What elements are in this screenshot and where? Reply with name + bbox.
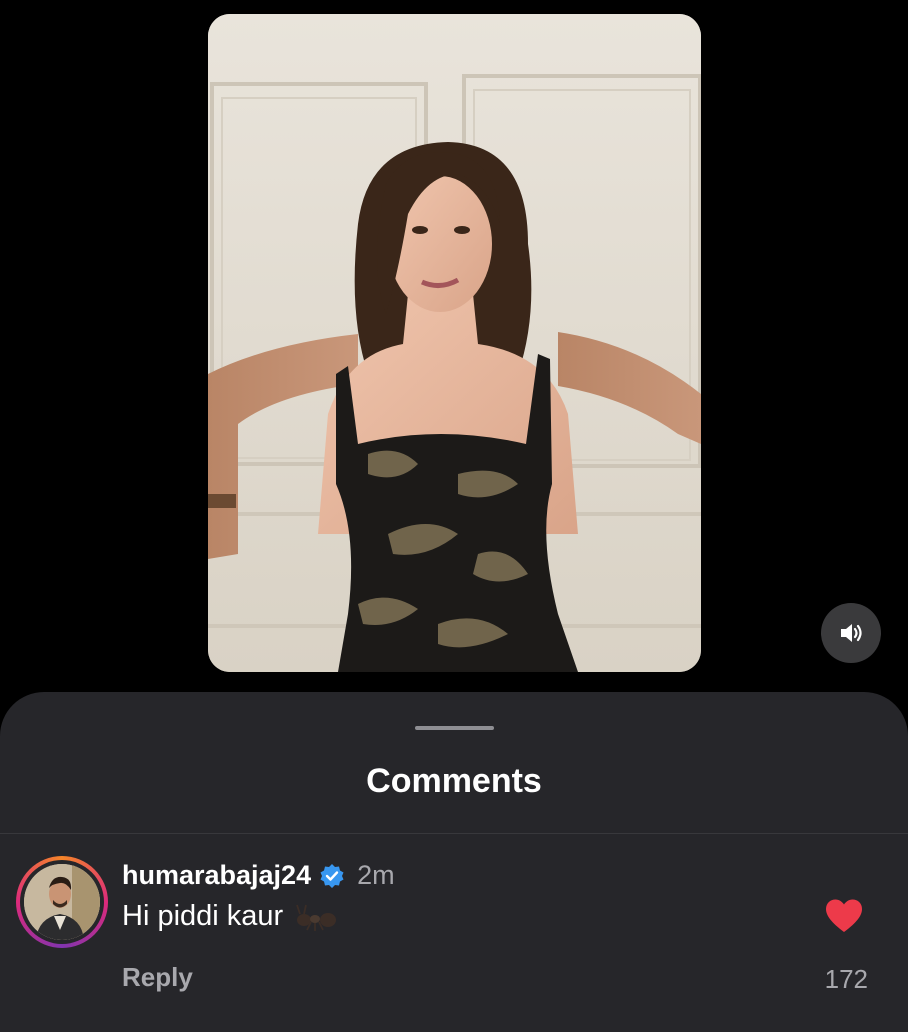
avatar[interactable] — [24, 864, 100, 940]
sheet-grab-handle[interactable] — [415, 726, 494, 730]
comments-title: Comments — [366, 762, 542, 800]
like-count: 172 — [824, 964, 868, 994]
comment-timestamp: 2m — [357, 860, 395, 890]
comment-body: Hi piddi kaur — [122, 900, 337, 933]
speaker-wave-icon — [841, 624, 862, 642]
video-thumbnail-image — [208, 14, 701, 672]
comment-header: humarabajaj24 2m — [122, 860, 395, 891]
reply-button[interactable]: Reply — [122, 962, 193, 993]
heart-filled-icon[interactable] — [824, 898, 864, 934]
comment-text: Hi piddi kaur — [122, 900, 284, 932]
story-ring[interactable] — [16, 856, 108, 948]
reel-video[interactable] — [208, 14, 701, 672]
comments-sheet: Comments humarabajaj24 2m Hi piddi kaur … — [0, 692, 908, 1032]
comment-username[interactable]: humarabajaj24 — [122, 860, 311, 891]
avatar-image — [24, 864, 100, 940]
verified-badge-icon — [320, 863, 344, 888]
ant-emoji-icon — [296, 904, 337, 931]
comment-item: humarabajaj24 2m Hi piddi kaur Reply 172 — [0, 852, 908, 1012]
sound-toggle-button[interactable] — [821, 603, 881, 663]
header-divider — [0, 833, 908, 834]
